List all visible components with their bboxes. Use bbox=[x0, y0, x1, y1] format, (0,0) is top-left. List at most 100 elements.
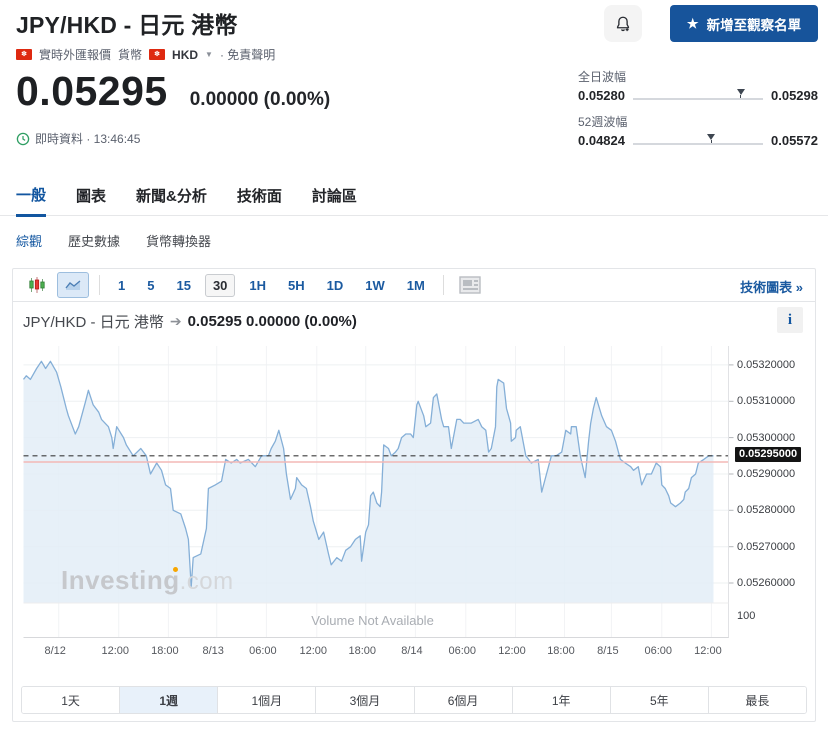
sub-tab-item[interactable]: 綜觀 bbox=[16, 231, 42, 250]
watermark-suffix: .com bbox=[180, 568, 234, 595]
main-tab-item[interactable]: 一般 bbox=[16, 184, 46, 217]
x-axis-label: 12:00 bbox=[498, 645, 526, 657]
period-button[interactable]: 1個月 bbox=[218, 687, 316, 713]
main-tab-item[interactable]: 圖表 bbox=[76, 185, 106, 215]
add-watchlist-button[interactable]: ★ 新增至觀察名單 bbox=[670, 5, 818, 42]
timeframe-button[interactable]: 1H bbox=[241, 274, 274, 297]
timeframe-button[interactable]: 1 bbox=[110, 274, 133, 297]
y-axis-label: 0.05260000 bbox=[737, 577, 795, 589]
range-marker-icon bbox=[737, 89, 745, 95]
timeframe-button[interactable]: 1M bbox=[399, 274, 433, 297]
daily-range-label: 全日波幅 bbox=[578, 68, 818, 85]
x-axis-label: 18:00 bbox=[151, 645, 179, 657]
period-button[interactable]: 1週 bbox=[120, 687, 218, 713]
page-title: JPY/HKD - 日元 港幣 bbox=[16, 6, 238, 40]
chart-toolbar: 15 15 30 1H 5H 1D1W 1M 技術圖表 » bbox=[13, 269, 815, 302]
realtime-timestamp: 即時資料 · 13:46:45 bbox=[35, 130, 140, 147]
page: JPY/HKD - 日元 港幣 ✽ 實時外匯報價 貨幣 ✽ HKD ▼ · 免責… bbox=[0, 0, 828, 754]
investing-watermark: Investing.com bbox=[61, 565, 234, 596]
daily-high: 0.05298 bbox=[771, 88, 818, 103]
period-button[interactable]: 1年 bbox=[513, 687, 611, 713]
period-button[interactable]: 5年 bbox=[611, 687, 709, 713]
add-watchlist-label: 新增至觀察名單 bbox=[707, 14, 802, 34]
alert-bell-button[interactable] bbox=[604, 5, 642, 42]
chart-instrument: JPY/HKD - 日元 港幣 bbox=[23, 311, 164, 332]
main-tab-item[interactable]: 技術面 bbox=[237, 185, 282, 215]
daily-range: 0.05280 0.05298 bbox=[578, 88, 818, 103]
chart-quote: 0.05295 0.00000 (0.00%) bbox=[188, 313, 357, 330]
technical-chart-link[interactable]: 技術圖表 » bbox=[740, 277, 803, 296]
timeframe-button[interactable]: 1D bbox=[319, 274, 352, 297]
x-axis-label: 18:00 bbox=[348, 645, 376, 657]
daily-low: 0.05280 bbox=[578, 88, 625, 103]
x-axis-label: 8/13 bbox=[202, 645, 223, 657]
star-icon: ★ bbox=[687, 16, 699, 32]
sub-tab-item[interactable]: 貨幣轉換器 bbox=[146, 231, 211, 250]
sub-tabs: 綜觀 歷史數據 貨幣轉換器 bbox=[16, 231, 211, 250]
sub-tab-item[interactable]: 歷史數據 bbox=[68, 231, 120, 250]
y-axis-label: 0.05270000 bbox=[737, 541, 795, 553]
timeframe-button[interactable]: 5H bbox=[280, 274, 313, 297]
news-layout-icon bbox=[459, 276, 481, 294]
pair-code[interactable]: HKD bbox=[172, 48, 198, 62]
timeframe-button[interactable]: 1W bbox=[357, 274, 393, 297]
bell-plus-icon bbox=[614, 15, 632, 33]
x-axis-label: 8/14 bbox=[401, 645, 422, 657]
chevron-down-icon[interactable]: ▼ bbox=[205, 50, 213, 59]
last-price: 0.05295 bbox=[16, 68, 168, 115]
timeframe-button[interactable]: 15 bbox=[168, 274, 198, 297]
x-axis-label: 06:00 bbox=[449, 645, 477, 657]
current-price-label: 0.05295000 bbox=[735, 447, 801, 462]
period-button[interactable]: 最長 bbox=[709, 687, 806, 713]
breadcrumb-currency[interactable]: 貨幣 bbox=[118, 46, 142, 63]
x-axis-label: 12:00 bbox=[299, 645, 327, 657]
timeframe-button[interactable]: 5 bbox=[139, 274, 162, 297]
hk-flag-icon: ✽ bbox=[16, 49, 32, 60]
period-button[interactable]: 3個月 bbox=[316, 687, 414, 713]
y-axis-label: 0.05320000 bbox=[737, 359, 795, 371]
main-tab-item[interactable]: 新聞&分析 bbox=[136, 185, 207, 215]
52wk-range-label: 52週波幅 bbox=[578, 113, 818, 130]
x-axis-label: 8/15 bbox=[597, 645, 618, 657]
price-change: 0.00000 (0.00%) bbox=[190, 89, 331, 111]
x-axis-label: 12:00 bbox=[694, 645, 722, 657]
52wk-range: 0.04824 0.05572 bbox=[578, 133, 818, 148]
divider bbox=[99, 275, 100, 295]
x-axis-label: 06:00 bbox=[249, 645, 277, 657]
period-button[interactable]: 6個月 bbox=[415, 687, 513, 713]
breadcrumb-realtime[interactable]: 實時外匯報價 bbox=[39, 46, 111, 63]
timeframe-group: 15 15 30 1H 5H 1D1W 1M bbox=[110, 274, 433, 297]
period-buttons: 1天1週1個月3個月6個月1年5年最長 bbox=[21, 686, 807, 714]
candlestick-icon bbox=[28, 276, 46, 294]
divider bbox=[443, 275, 444, 295]
info-button[interactable]: i bbox=[777, 307, 803, 333]
x-axis-label: 18:00 bbox=[547, 645, 575, 657]
line-chart-icon bbox=[65, 279, 82, 291]
volume-axis-label: 100 bbox=[737, 610, 755, 622]
range-panel: 全日波幅 0.05280 0.05298 52週波幅 0.04824 0.055… bbox=[578, 68, 818, 158]
y-axis-label: 0.05290000 bbox=[737, 468, 795, 480]
disclaimer-link[interactable]: · 免責聲明 bbox=[220, 46, 275, 63]
price-chart[interactable]: 0.05320000 0.05310000 0.05300000 0.05290000… bbox=[13, 346, 815, 686]
breadcrumb: ✽ 實時外匯報價 貨幣 ✽ HKD ▼ · 免責聲明 bbox=[16, 46, 275, 63]
x-axis-label: 12:00 bbox=[101, 645, 129, 657]
quote-meta: 即時資料 · 13:46:45 bbox=[16, 130, 140, 147]
y-axis-label: 0.05310000 bbox=[737, 395, 795, 407]
watermark-orange-dot-icon bbox=[173, 567, 178, 572]
main-tab-item[interactable]: 討論區 bbox=[312, 185, 357, 215]
period-button[interactable]: 1天 bbox=[22, 687, 120, 713]
range-marker-icon bbox=[707, 134, 715, 140]
line-chart-button[interactable] bbox=[57, 272, 89, 298]
main-tabs: 一般圖表新聞&分析技術面討論區 bbox=[0, 184, 828, 215]
main-tabs-bar: 一般圖表新聞&分析技術面討論區 bbox=[0, 184, 828, 216]
arrow-right-icon: ➔ bbox=[170, 313, 182, 330]
y-axis-label: 0.05300000 bbox=[737, 432, 795, 444]
watermark-text: Investing bbox=[61, 565, 180, 595]
daily-range-slider bbox=[633, 89, 763, 103]
candlestick-chart-button[interactable] bbox=[21, 272, 53, 298]
hk-flag-icon: ✽ bbox=[149, 49, 165, 60]
volume-note: Volume Not Available bbox=[20, 613, 725, 628]
quote-row: 0.05295 0.00000 (0.00%) bbox=[16, 68, 330, 115]
news-overlay-button[interactable] bbox=[454, 272, 486, 298]
timeframe-button[interactable]: 30 bbox=[205, 274, 235, 297]
